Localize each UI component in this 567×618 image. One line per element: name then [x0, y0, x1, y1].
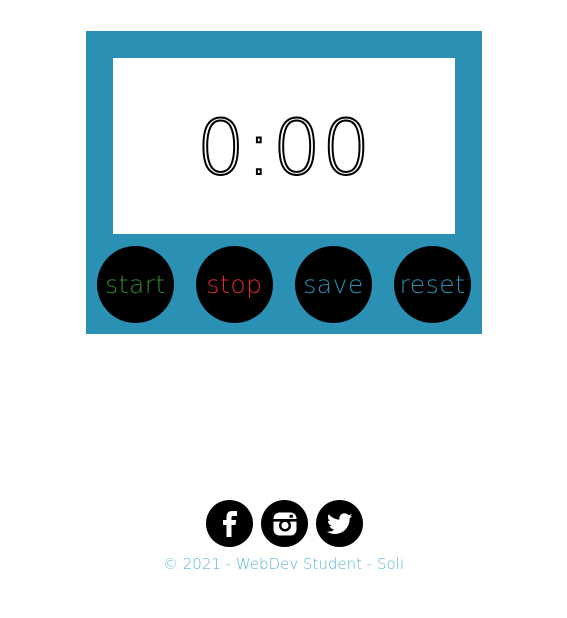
instagram-icon[interactable]: [261, 500, 308, 547]
save-button[interactable]: save: [295, 246, 372, 323]
stop-button[interactable]: stop: [196, 246, 273, 323]
time-display: 0:00: [113, 58, 455, 234]
copyright-text: © 2021 - WebDev Student - Soli: [162, 555, 405, 573]
stop-button-label: stop: [206, 270, 263, 299]
controls-row: start stop save reset: [96, 246, 472, 324]
reset-button[interactable]: reset: [394, 246, 471, 323]
stopwatch-frame: 0:00 start stop save reset: [86, 31, 482, 334]
save-button-label: save: [303, 270, 364, 299]
start-button-label: start: [105, 270, 166, 299]
reset-button-label: reset: [399, 270, 466, 299]
twitter-icon[interactable]: [316, 500, 363, 547]
social-links: [206, 500, 366, 548]
time-readout: 0:00: [196, 103, 372, 192]
start-button[interactable]: start: [97, 246, 174, 323]
facebook-icon[interactable]: [206, 500, 253, 547]
